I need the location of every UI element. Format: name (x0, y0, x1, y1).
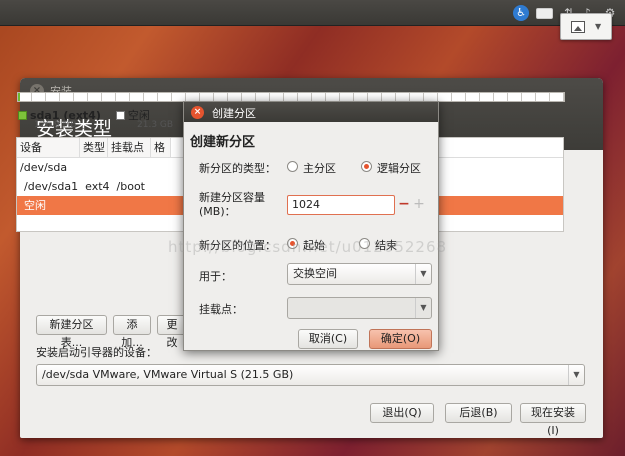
row-mount: /boot (116, 180, 145, 193)
new-partition-table-button[interactable]: 新建分区表... (36, 315, 107, 349)
partition-size-input[interactable]: 1024 (287, 195, 395, 215)
close-icon[interactable]: × (191, 106, 204, 119)
legend-swatch-free (115, 111, 125, 120)
dialog-title: 创建分区 (212, 107, 256, 120)
chevron-down-icon: ▼ (595, 22, 602, 31)
decrease-size-button[interactable]: − (397, 197, 411, 213)
dialog-heading: 创建新分区 (190, 135, 256, 150)
row-device: 空闲 (24, 199, 46, 212)
column-header-mount[interactable]: 挂载点 (108, 138, 151, 157)
radio-logical[interactable] (361, 161, 372, 172)
row-device: /dev/sda1 (24, 180, 79, 193)
chevron-down-icon: ▼ (415, 298, 431, 318)
accessibility-icon[interactable]: ♿ (513, 5, 529, 21)
mount-point-label: 挂载点： (199, 303, 243, 316)
bootloader-device-value: /dev/sda VMware, VMware Virtual S (21.5 … (42, 368, 294, 381)
keyboard-icon[interactable] (536, 8, 553, 19)
back-button[interactable]: 后退(B) (445, 403, 512, 423)
legend-size-free: 21.3 GB (137, 120, 174, 130)
use-as-value: 交换空间 (293, 267, 337, 280)
use-as-select[interactable]: 交换空间 ▼ (287, 263, 432, 285)
top-panel: ♿ ⇅ ♪ ⚙ (0, 0, 625, 26)
partition-size-label: 新建分区容量 (MB)： (199, 191, 265, 218)
row-type: ext4 (85, 180, 110, 193)
column-header-format[interactable]: 格 (151, 138, 171, 157)
partition-type-label: 新分区的类型： (199, 162, 276, 175)
column-header-type[interactable]: 类型 (80, 138, 108, 157)
legend-swatch-sda1 (18, 111, 27, 120)
dialog-header: × 创建分区 (184, 102, 438, 122)
radio-logical-label[interactable]: 逻辑分区 (377, 160, 421, 176)
watermark: http://blog.csdn.net/u012052268 (168, 238, 448, 256)
radio-primary-label[interactable]: 主分区 (303, 160, 336, 176)
chevron-down-icon: ▼ (415, 264, 431, 284)
bootloader-label: 安装启动引导器的设备： (36, 346, 157, 359)
row-device: /dev/sda (20, 161, 68, 174)
image-icon (571, 21, 585, 33)
cancel-button[interactable]: 取消(C) (298, 329, 358, 349)
create-partition-dialog: × 创建分区 创建新分区 新分区的类型： 主分区 逻辑分区 新建分区容量 (MB… (183, 101, 439, 351)
quit-button[interactable]: 退出(Q) (370, 403, 434, 423)
column-header-device[interactable]: 设备 (17, 138, 80, 157)
chevron-down-icon: ▼ (568, 365, 584, 385)
mount-point-select[interactable]: ▼ (287, 297, 432, 319)
add-partition-button[interactable]: 添加... (113, 315, 151, 349)
partition-bar-sda1 (18, 93, 20, 101)
radio-primary[interactable] (287, 161, 298, 172)
use-as-label: 用于： (199, 270, 232, 283)
screenshot-popup[interactable]: ▼ (560, 13, 612, 40)
increase-size-button[interactable]: + (412, 197, 426, 213)
install-now-button[interactable]: 现在安装(I) (520, 403, 586, 437)
bootloader-device-select[interactable]: /dev/sda VMware, VMware Virtual S (21.5 … (36, 364, 585, 386)
ok-button[interactable]: 确定(O) (369, 329, 432, 349)
legend-size-sda1: 126.9 MB (34, 120, 77, 130)
